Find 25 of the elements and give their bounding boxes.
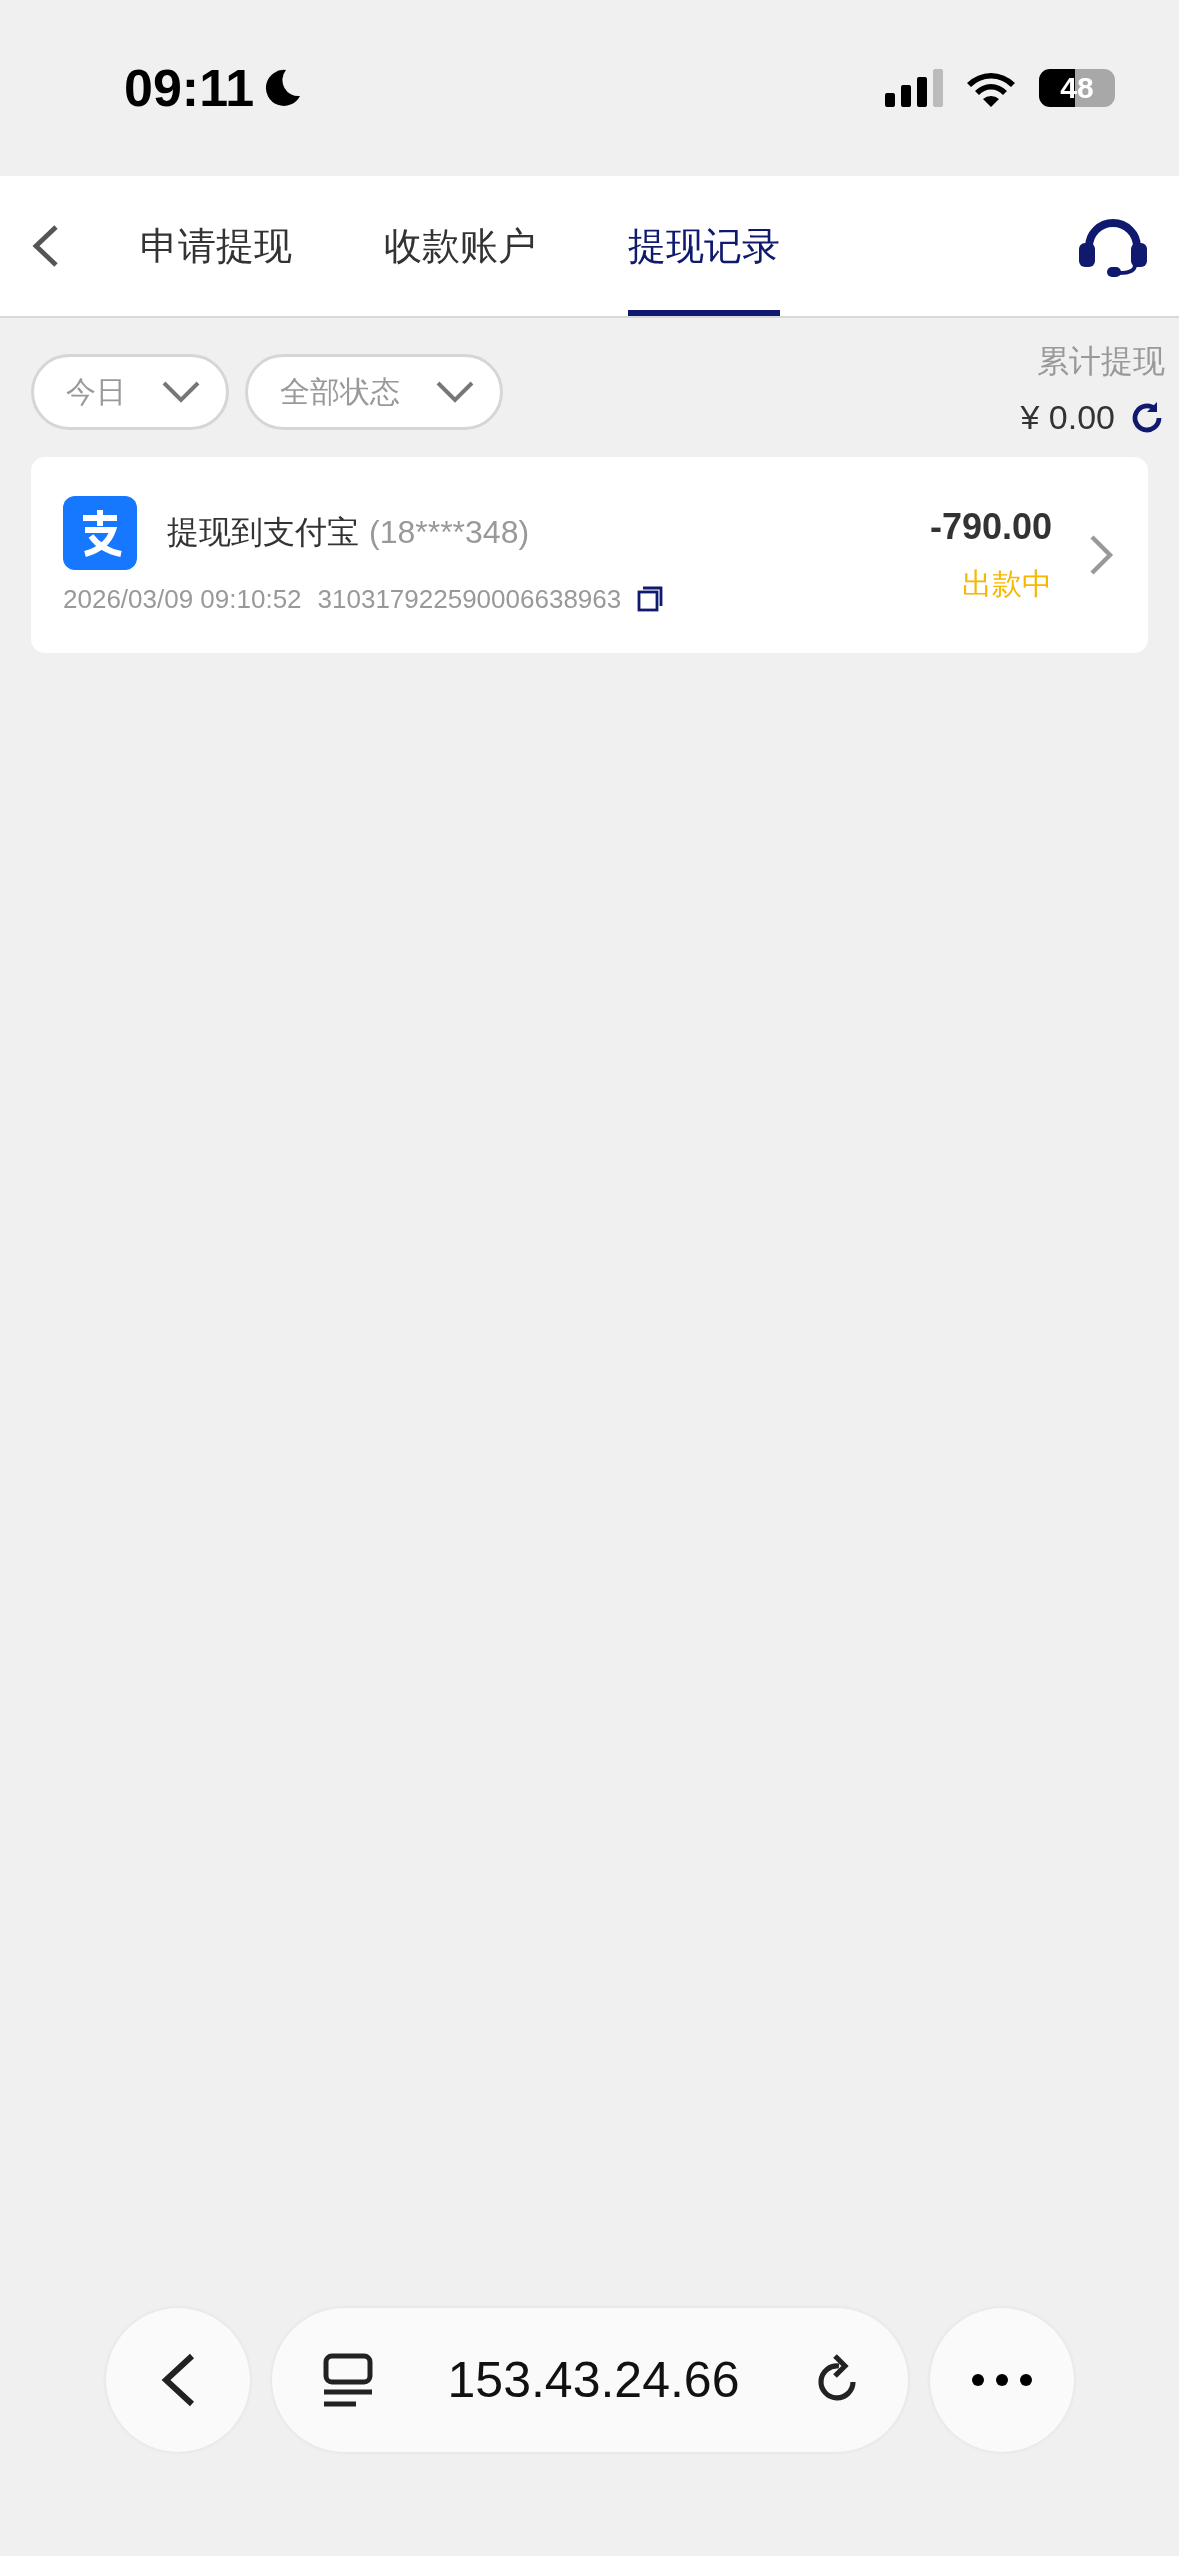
more-icon (970, 2373, 1033, 2387)
record-status: 出款中 (962, 565, 1052, 602)
signal-icon (885, 69, 943, 107)
chevron-left-icon (159, 2352, 196, 2408)
order-number: 310317922590006638963 (317, 583, 622, 615)
tabs-icon (321, 2352, 374, 2408)
total-label: 累计提现 (1037, 342, 1165, 381)
record-time: 2026/03/09 09:10:52 (63, 583, 302, 615)
chevron-down-icon (436, 381, 474, 403)
status-time: 09:11 (124, 58, 255, 118)
wallet-logo-icon (63, 495, 137, 570)
chevron-down-icon (162, 381, 200, 403)
record-title: 提现到支付宝 (167, 512, 359, 552)
copy-icon[interactable] (637, 586, 664, 612)
tab[interactable]: 收款账户 (384, 176, 536, 316)
account-number: (18****348) (369, 514, 530, 551)
chevron-right-icon (1088, 533, 1114, 577)
address-bar[interactable]: 153.43.24.66 (271, 2308, 908, 2452)
tab[interactable]: 提现记录 (628, 176, 780, 316)
record-card[interactable]: 提现到支付宝 (18****348) 2026/03/09 09:10:52 310317922590006638963 -790.00 出款中 (31, 457, 1148, 653)
chevron-left-icon (30, 223, 60, 269)
url-text: 153.43.24.66 (447, 2351, 740, 2409)
tab[interactable]: 申请提现 (140, 176, 292, 316)
total-amount: ¥ 0.00 (1020, 398, 1115, 437)
record-amount: -790.00 (929, 505, 1052, 548)
